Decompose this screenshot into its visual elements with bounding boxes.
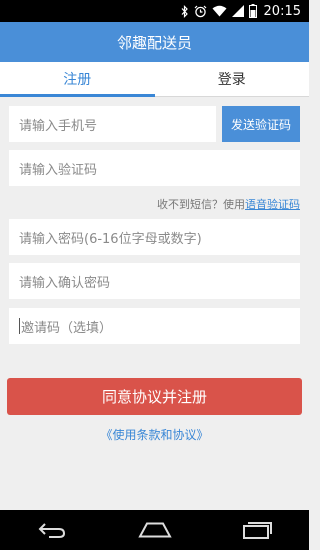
sms-hint: 收不到短信？使用语音验证码 [157, 196, 300, 212]
tab-register[interactable]: 注册 [0, 62, 155, 97]
tab-login[interactable]: 登录 [155, 62, 310, 96]
terms-link[interactable]: 《使用条款和协议》 [0, 426, 309, 443]
invite-code-placeholder: 邀请码（选填） [21, 320, 113, 336]
status-time: 20:15 [263, 3, 301, 19]
send-code-button[interactable]: 发送验证码 [222, 106, 300, 142]
phone-input[interactable]: 请输入手机号 [9, 106, 216, 142]
battery-icon [248, 4, 257, 18]
password-placeholder: 请输入密码(6-16位字母或数字) [19, 231, 202, 247]
code-input[interactable]: 请输入验证码 [9, 150, 300, 186]
navigation-bar [0, 510, 309, 550]
wifi-icon [212, 5, 227, 17]
confirm-password-placeholder: 请输入确认密码 [19, 275, 111, 291]
alarm-icon [194, 5, 207, 18]
voice-code-link[interactable]: 语音验证码 [245, 198, 300, 211]
sms-hint-text: 收不到短信？使用 [157, 198, 245, 211]
app-bar: 邻趣配送员 [0, 22, 309, 62]
confirm-password-input[interactable]: 请输入确认密码 [9, 263, 300, 299]
invite-code-input[interactable]: 邀请码（选填） [9, 308, 300, 344]
code-placeholder: 请输入验证码 [19, 162, 98, 178]
back-icon[interactable] [22, 510, 82, 550]
phone-placeholder: 请输入手机号 [19, 118, 98, 134]
status-bar: 20:15 [0, 0, 309, 22]
password-input[interactable]: 请输入密码(6-16位字母或数字) [9, 219, 300, 255]
home-icon[interactable] [125, 510, 185, 550]
app-title: 邻趣配送员 [116, 33, 192, 52]
recent-apps-icon[interactable] [228, 510, 288, 550]
signal-icon [231, 5, 244, 17]
text-caret [19, 318, 20, 334]
status-icons: 20:15 [181, 3, 301, 19]
bluetooth-icon [181, 4, 189, 18]
agree-and-register-button[interactable]: 同意协议并注册 [7, 378, 302, 415]
tab-bar: 注册 登录 [0, 62, 309, 97]
